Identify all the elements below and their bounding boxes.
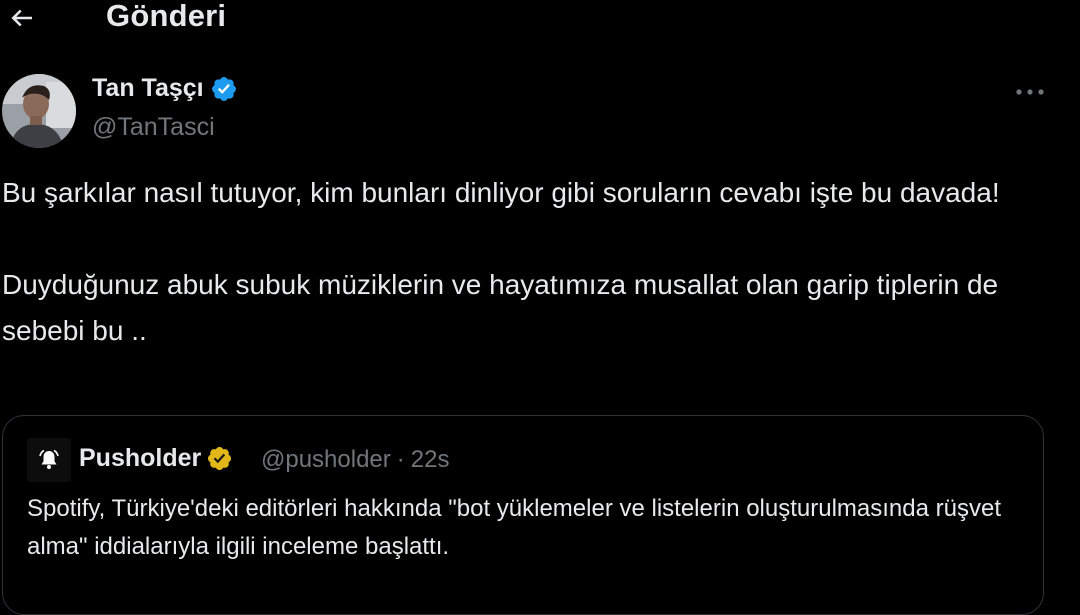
meta-separator: ·	[396, 446, 405, 473]
author-name[interactable]: Tan Taşçı	[92, 74, 238, 103]
quoted-post-card[interactable]: Pusholder @pusholder · 22s Spotify, Türk…	[2, 415, 1044, 615]
back-button[interactable]	[2, 0, 42, 36]
quoted-post-meta: @pusholder · 22s	[261, 446, 449, 474]
post-text: Bu şarkılar nasıl tutuyor, kim bunları d…	[2, 177, 1000, 346]
more-horizontal-icon	[1016, 89, 1044, 95]
author-name-text: Tan Taşçı	[92, 74, 204, 102]
author-avatar[interactable]	[2, 74, 76, 148]
more-options-button[interactable]	[1008, 78, 1052, 106]
top-bar: Gönderi	[0, 0, 1080, 40]
avatar-image	[2, 74, 76, 148]
quoted-author-name: Pusholder	[79, 444, 233, 473]
quoted-author-handle: @pusholder	[261, 446, 391, 473]
arrow-left-icon	[11, 9, 32, 27]
quoted-post-time: 22s	[410, 446, 450, 473]
verified-badge-icon	[211, 76, 236, 101]
page-title: Gönderi	[106, 0, 227, 33]
quoted-author-avatar	[27, 438, 71, 482]
quoted-author-name-text: Pusholder	[79, 444, 202, 472]
bell-icon	[39, 449, 59, 469]
gold-verified-badge-icon	[208, 446, 232, 471]
quoted-post-text: Spotify, Türkiye'deki editörleri hakkınd…	[27, 495, 1001, 560]
author-handle[interactable]: @TanTasci	[92, 113, 215, 142]
